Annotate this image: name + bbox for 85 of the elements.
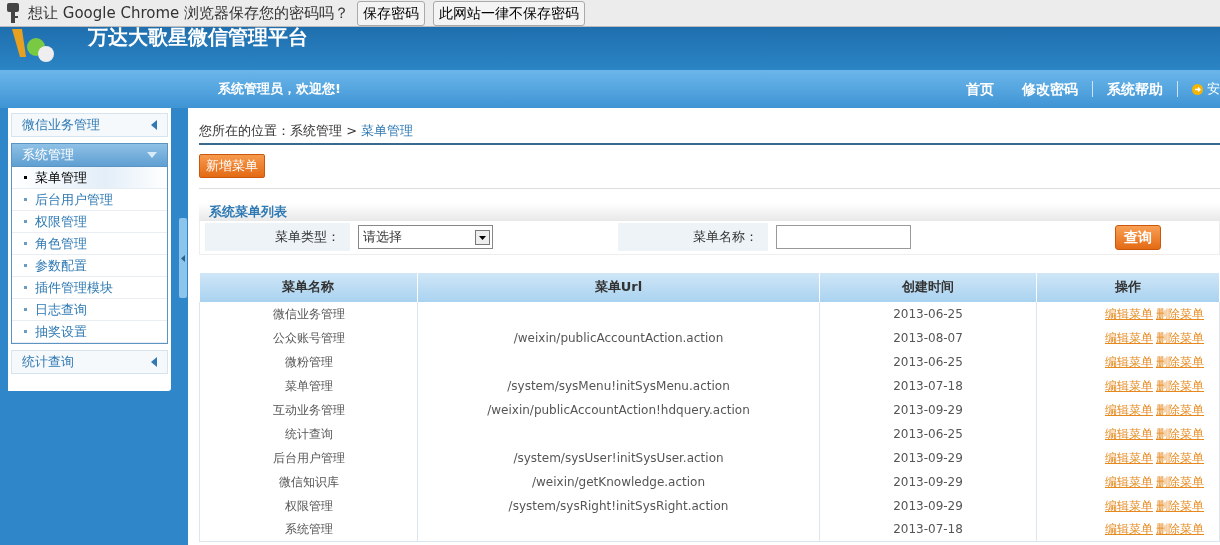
delete-link[interactable]: 删除菜单 xyxy=(1156,426,1204,441)
save-password-button[interactable]: 此网站一律不保存密码 xyxy=(433,0,586,26)
breadcrumb-path: 您所在的位置：系统管理 > xyxy=(199,121,358,140)
logout-icon xyxy=(1192,83,1203,95)
welcome-text: 系统管理员，欢迎您! xyxy=(218,80,341,99)
column-header: 操作 xyxy=(1036,272,1220,302)
add-menu-button[interactable]: 新增菜单 xyxy=(199,154,265,178)
search-button[interactable]: 查询 xyxy=(1115,224,1161,250)
table-cell: 权限管理 xyxy=(199,493,418,518)
table-cell: 统计查询 xyxy=(199,421,418,446)
sidebar-item[interactable]: 参数配置 xyxy=(12,255,167,277)
table-cell: 微信知识库 xyxy=(199,469,418,494)
breadcrumb-link[interactable]: 菜单管理 xyxy=(361,120,414,141)
delete-link[interactable]: 删除菜单 xyxy=(1156,450,1204,465)
edit-link[interactable]: 编辑菜单 xyxy=(1105,450,1153,465)
table-cell: 2013-07-18 xyxy=(819,373,1037,398)
table-cell: 后台用户管理 xyxy=(199,445,418,470)
edit-link[interactable]: 编辑菜单 xyxy=(1105,306,1153,321)
sidebar-group[interactable]: 统计查询 xyxy=(11,350,168,374)
sidebar-item[interactable]: 权限管理 xyxy=(12,211,167,233)
delete-link[interactable]: 删除菜单 xyxy=(1156,522,1204,537)
table-cell: 菜单管理 xyxy=(199,373,418,398)
sidebar-item[interactable]: 插件管理模块 xyxy=(12,277,167,299)
collapse-handle[interactable] xyxy=(179,218,187,298)
table-cell: /weixin/getKnowledge.action xyxy=(417,469,820,494)
delete-link[interactable]: 删除菜单 xyxy=(1156,306,1204,321)
edit-link[interactable]: 编辑菜单 xyxy=(1105,498,1153,513)
delete-link[interactable]: 删除菜单 xyxy=(1156,474,1204,489)
table-cell: 公众账号管理 xyxy=(199,325,418,350)
edit-link[interactable]: 编辑菜单 xyxy=(1105,474,1153,489)
edit-link[interactable]: 编辑菜单 xyxy=(1105,378,1153,393)
table-cell: 2013-06-25 xyxy=(819,301,1037,326)
edit-link[interactable]: 编辑菜单 xyxy=(1105,354,1153,369)
sidebar-item[interactable]: 后台用户管理 xyxy=(12,189,167,211)
panel-title: 系统菜单列表 xyxy=(199,202,1220,221)
key-icon xyxy=(6,3,20,23)
delete-link[interactable]: 删除菜单 xyxy=(1156,498,1204,513)
caret-left-icon xyxy=(151,120,157,130)
delete-link[interactable]: 删除菜单 xyxy=(1156,402,1204,417)
edit-link[interactable]: 编辑菜单 xyxy=(1105,402,1153,417)
table-cell: 2013-09-29 xyxy=(819,397,1037,422)
delete-link[interactable]: 删除菜单 xyxy=(1156,378,1204,393)
sidebar-item[interactable]: 抽奖设置 xyxy=(12,321,167,343)
table-cell: /system/sysUser!initSysUser.action xyxy=(417,445,820,470)
sidebar-group[interactable]: 微信业务管理 xyxy=(11,113,168,137)
table-cell: 2013-07-18 xyxy=(819,517,1037,542)
table-cell: 2013-06-25 xyxy=(819,349,1037,374)
table-cell: 2013-06-25 xyxy=(819,421,1037,446)
save-password-button[interactable]: 保存密码 xyxy=(357,0,426,26)
name-input-field[interactable] xyxy=(776,225,911,249)
sidebar-item[interactable]: 角色管理 xyxy=(12,233,167,255)
sidebar-group[interactable]: 系统管理 xyxy=(11,143,168,167)
delete-link[interactable]: 删除菜单 xyxy=(1156,330,1204,345)
table-cell: 2013-09-29 xyxy=(819,469,1037,494)
column-header: 菜单Url xyxy=(417,272,820,302)
table-cell: 微信业务管理 xyxy=(199,301,418,326)
type-select[interactable]: 请选择 xyxy=(358,225,493,249)
nav-link[interactable]: 修改密码 xyxy=(1008,78,1092,100)
table-cell: 微粉管理 xyxy=(199,349,418,374)
table-cell: /weixin/publicAccountAction.action xyxy=(417,325,820,350)
column-header: 创建时间 xyxy=(819,272,1037,302)
table-cell: /system/sysRight!initSysRight.action xyxy=(417,493,820,518)
caret-down-icon xyxy=(147,152,157,158)
edit-link[interactable]: 编辑菜单 xyxy=(1105,522,1153,537)
table-cell: 2013-09-29 xyxy=(819,445,1037,470)
table-cell: 2013-08-07 xyxy=(819,325,1037,350)
filter-label: 菜单名称： xyxy=(618,223,768,251)
caret-left-icon xyxy=(151,357,157,367)
table-cell: 2013-09-29 xyxy=(819,493,1037,518)
nav-link[interactable]: 系统帮助 xyxy=(1093,78,1177,100)
sidebar-item[interactable]: 菜单管理 xyxy=(12,167,167,189)
edit-link[interactable]: 编辑菜单 xyxy=(1105,426,1153,441)
delete-link[interactable]: 删除菜单 xyxy=(1156,354,1204,369)
app-title: 万达大歌星微信管理平台 xyxy=(88,25,308,49)
table-cell: /weixin/publicAccountAction!hdquery.action xyxy=(417,397,820,422)
filter-label: 菜单类型： xyxy=(205,223,350,251)
sidebar-item[interactable]: 日志查询 xyxy=(12,299,167,321)
column-header: 菜单名称 xyxy=(199,272,418,302)
password-prompt: 想让 Google Chrome 浏览器保存您的密码吗？ xyxy=(28,2,350,24)
table-cell: 系统管理 xyxy=(199,517,418,542)
table-cell: 互动业务管理 xyxy=(199,397,418,422)
edit-link[interactable]: 编辑菜单 xyxy=(1105,330,1153,345)
nav-link[interactable]: 首页 xyxy=(952,78,1008,100)
table-cell: /system/sysMenu!initSysMenu.action xyxy=(417,373,820,398)
logout-link[interactable]: 安 xyxy=(1178,79,1220,99)
